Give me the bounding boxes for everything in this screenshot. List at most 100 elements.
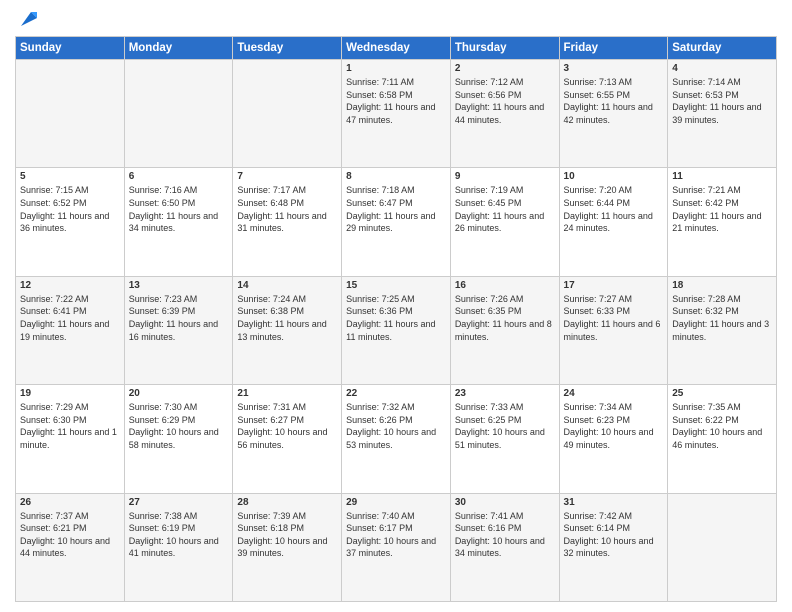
day-cell: [233, 60, 342, 168]
day-cell: 30 Sunrise: 7:41 AM Sunset: 6:16 PM Dayli…: [450, 493, 559, 601]
day-number: 17: [564, 280, 664, 291]
day-info: Sunrise: 7:22 AM Sunset: 6:41 PM Dayligh…: [20, 293, 120, 343]
day-number: 31: [564, 497, 664, 508]
day-cell: 1 Sunrise: 7:11 AM Sunset: 6:58 PM Daylig…: [342, 60, 451, 168]
day-info: Sunrise: 7:25 AM Sunset: 6:36 PM Dayligh…: [346, 293, 446, 343]
day-cell: 3Sunrise: 7:13 AM Sunset: 6:55 PM Daylig…: [559, 60, 668, 168]
day-info: Sunrise: 7:40 AM Sunset: 6:17 PM Dayligh…: [346, 510, 446, 560]
day-number: 10: [564, 171, 664, 182]
day-cell: 28 Sunrise: 7:39 AM Sunset: 6:18 PM Dayli…: [233, 493, 342, 601]
day-number: 6: [129, 171, 229, 182]
day-cell: 7 Sunrise: 7:17 AM Sunset: 6:48 PM Daylig…: [233, 168, 342, 276]
day-info: Sunrise: 7:19 AM Sunset: 6:45 PM Dayligh…: [455, 184, 555, 234]
day-number: 18: [672, 280, 772, 291]
day-cell: 6Sunrise: 7:16 AM Sunset: 6:50 PM Daylig…: [124, 168, 233, 276]
day-cell: 20Sunrise: 7:30 AM Sunset: 6:29 PM Dayli…: [124, 385, 233, 493]
day-cell: 29Sunrise: 7:40 AM Sunset: 6:17 PM Dayli…: [342, 493, 451, 601]
week-row-2: 5Sunrise: 7:15 AM Sunset: 6:52 PM Daylig…: [16, 168, 777, 276]
day-cell: 11 Sunrise: 7:21 AM Sunset: 6:42 PM Dayli…: [668, 168, 777, 276]
day-number: 30: [455, 497, 555, 508]
col-header-thursday: Thursday: [450, 37, 559, 60]
day-cell: 5Sunrise: 7:15 AM Sunset: 6:52 PM Daylig…: [16, 168, 125, 276]
day-cell: 22 Sunrise: 7:32 AM Sunset: 6:26 PM Dayli…: [342, 385, 451, 493]
day-cell: 18 Sunrise: 7:28 AM Sunset: 6:32 PM Dayli…: [668, 276, 777, 384]
day-info: Sunrise: 7:32 AM Sunset: 6:26 PM Dayligh…: [346, 401, 446, 451]
day-cell: 12Sunrise: 7:22 AM Sunset: 6:41 PM Dayli…: [16, 276, 125, 384]
day-cell: 31 Sunrise: 7:42 AM Sunset: 6:14 PM Dayli…: [559, 493, 668, 601]
day-cell: 2Sunrise: 7:12 AM Sunset: 6:56 PM Daylig…: [450, 60, 559, 168]
day-number: 11: [672, 171, 772, 182]
day-number: 26: [20, 497, 120, 508]
week-row-1: 1 Sunrise: 7:11 AM Sunset: 6:58 PM Daylig…: [16, 60, 777, 168]
day-cell: 10 Sunrise: 7:20 AM Sunset: 6:44 PM Dayli…: [559, 168, 668, 276]
day-cell: 25 Sunrise: 7:35 AM Sunset: 6:22 PM Dayli…: [668, 385, 777, 493]
header-row: SundayMondayTuesdayWednesdayThursdayFrid…: [16, 37, 777, 60]
day-info: Sunrise: 7:34 AM Sunset: 6:23 PM Dayligh…: [564, 401, 664, 451]
day-cell: 9 Sunrise: 7:19 AM Sunset: 6:45 PM Daylig…: [450, 168, 559, 276]
day-cell: 17 Sunrise: 7:27 AM Sunset: 6:33 PM Dayli…: [559, 276, 668, 384]
day-info: Sunrise: 7:12 AM Sunset: 6:56 PM Dayligh…: [455, 76, 555, 126]
day-info: Sunrise: 7:17 AM Sunset: 6:48 PM Dayligh…: [237, 184, 337, 234]
day-info: Sunrise: 7:18 AM Sunset: 6:47 PM Dayligh…: [346, 184, 446, 234]
day-cell: [668, 493, 777, 601]
calendar-table: SundayMondayTuesdayWednesdayThursdayFrid…: [15, 36, 777, 602]
day-number: 20: [129, 388, 229, 399]
day-info: Sunrise: 7:23 AM Sunset: 6:39 PM Dayligh…: [129, 293, 229, 343]
day-info: Sunrise: 7:26 AM Sunset: 6:35 PM Dayligh…: [455, 293, 555, 343]
day-number: 1: [346, 63, 446, 74]
day-cell: 16 Sunrise: 7:26 AM Sunset: 6:35 PM Dayli…: [450, 276, 559, 384]
day-info: Sunrise: 7:41 AM Sunset: 6:16 PM Dayligh…: [455, 510, 555, 560]
day-info: Sunrise: 7:20 AM Sunset: 6:44 PM Dayligh…: [564, 184, 664, 234]
day-cell: 21 Sunrise: 7:31 AM Sunset: 6:27 PM Dayli…: [233, 385, 342, 493]
col-header-monday: Monday: [124, 37, 233, 60]
day-info: Sunrise: 7:33 AM Sunset: 6:25 PM Dayligh…: [455, 401, 555, 451]
day-info: Sunrise: 7:24 AM Sunset: 6:38 PM Dayligh…: [237, 293, 337, 343]
week-row-5: 26 Sunrise: 7:37 AM Sunset: 6:21 PM Dayli…: [16, 493, 777, 601]
day-number: 27: [129, 497, 229, 508]
col-header-sunday: Sunday: [16, 37, 125, 60]
day-cell: 4 Sunrise: 7:14 AM Sunset: 6:53 PM Daylig…: [668, 60, 777, 168]
day-info: Sunrise: 7:14 AM Sunset: 6:53 PM Dayligh…: [672, 76, 772, 126]
day-number: 21: [237, 388, 337, 399]
col-header-friday: Friday: [559, 37, 668, 60]
day-number: 4: [672, 63, 772, 74]
day-info: Sunrise: 7:28 AM Sunset: 6:32 PM Dayligh…: [672, 293, 772, 343]
page: SundayMondayTuesdayWednesdayThursdayFrid…: [0, 0, 792, 612]
day-info: Sunrise: 7:29 AM Sunset: 6:30 PM Dayligh…: [20, 401, 120, 451]
day-number: 28: [237, 497, 337, 508]
col-header-wednesday: Wednesday: [342, 37, 451, 60]
day-number: 22: [346, 388, 446, 399]
day-info: Sunrise: 7:31 AM Sunset: 6:27 PM Dayligh…: [237, 401, 337, 451]
day-number: 9: [455, 171, 555, 182]
day-number: 25: [672, 388, 772, 399]
day-number: 3: [564, 63, 664, 74]
day-number: 24: [564, 388, 664, 399]
day-info: Sunrise: 7:27 AM Sunset: 6:33 PM Dayligh…: [564, 293, 664, 343]
day-number: 16: [455, 280, 555, 291]
col-header-saturday: Saturday: [668, 37, 777, 60]
day-number: 5: [20, 171, 120, 182]
col-header-tuesday: Tuesday: [233, 37, 342, 60]
day-number: 19: [20, 388, 120, 399]
day-cell: 13 Sunrise: 7:23 AM Sunset: 6:39 PM Dayli…: [124, 276, 233, 384]
day-cell: [124, 60, 233, 168]
day-number: 8: [346, 171, 446, 182]
day-info: Sunrise: 7:37 AM Sunset: 6:21 PM Dayligh…: [20, 510, 120, 560]
day-info: Sunrise: 7:35 AM Sunset: 6:22 PM Dayligh…: [672, 401, 772, 451]
day-number: 7: [237, 171, 337, 182]
day-info: Sunrise: 7:39 AM Sunset: 6:18 PM Dayligh…: [237, 510, 337, 560]
day-cell: 19 Sunrise: 7:29 AM Sunset: 6:30 PM Dayli…: [16, 385, 125, 493]
day-cell: 14 Sunrise: 7:24 AM Sunset: 6:38 PM Dayli…: [233, 276, 342, 384]
day-number: 13: [129, 280, 229, 291]
day-cell: 8 Sunrise: 7:18 AM Sunset: 6:47 PM Daylig…: [342, 168, 451, 276]
day-number: 14: [237, 280, 337, 291]
day-info: Sunrise: 7:42 AM Sunset: 6:14 PM Dayligh…: [564, 510, 664, 560]
day-cell: 15 Sunrise: 7:25 AM Sunset: 6:36 PM Dayli…: [342, 276, 451, 384]
header: [15, 10, 777, 28]
day-number: 15: [346, 280, 446, 291]
day-info: Sunrise: 7:21 AM Sunset: 6:42 PM Dayligh…: [672, 184, 772, 234]
day-number: 23: [455, 388, 555, 399]
day-info: Sunrise: 7:11 AM Sunset: 6:58 PM Dayligh…: [346, 76, 446, 126]
day-cell: 27 Sunrise: 7:38 AM Sunset: 6:19 PM Dayli…: [124, 493, 233, 601]
day-info: Sunrise: 7:38 AM Sunset: 6:19 PM Dayligh…: [129, 510, 229, 560]
